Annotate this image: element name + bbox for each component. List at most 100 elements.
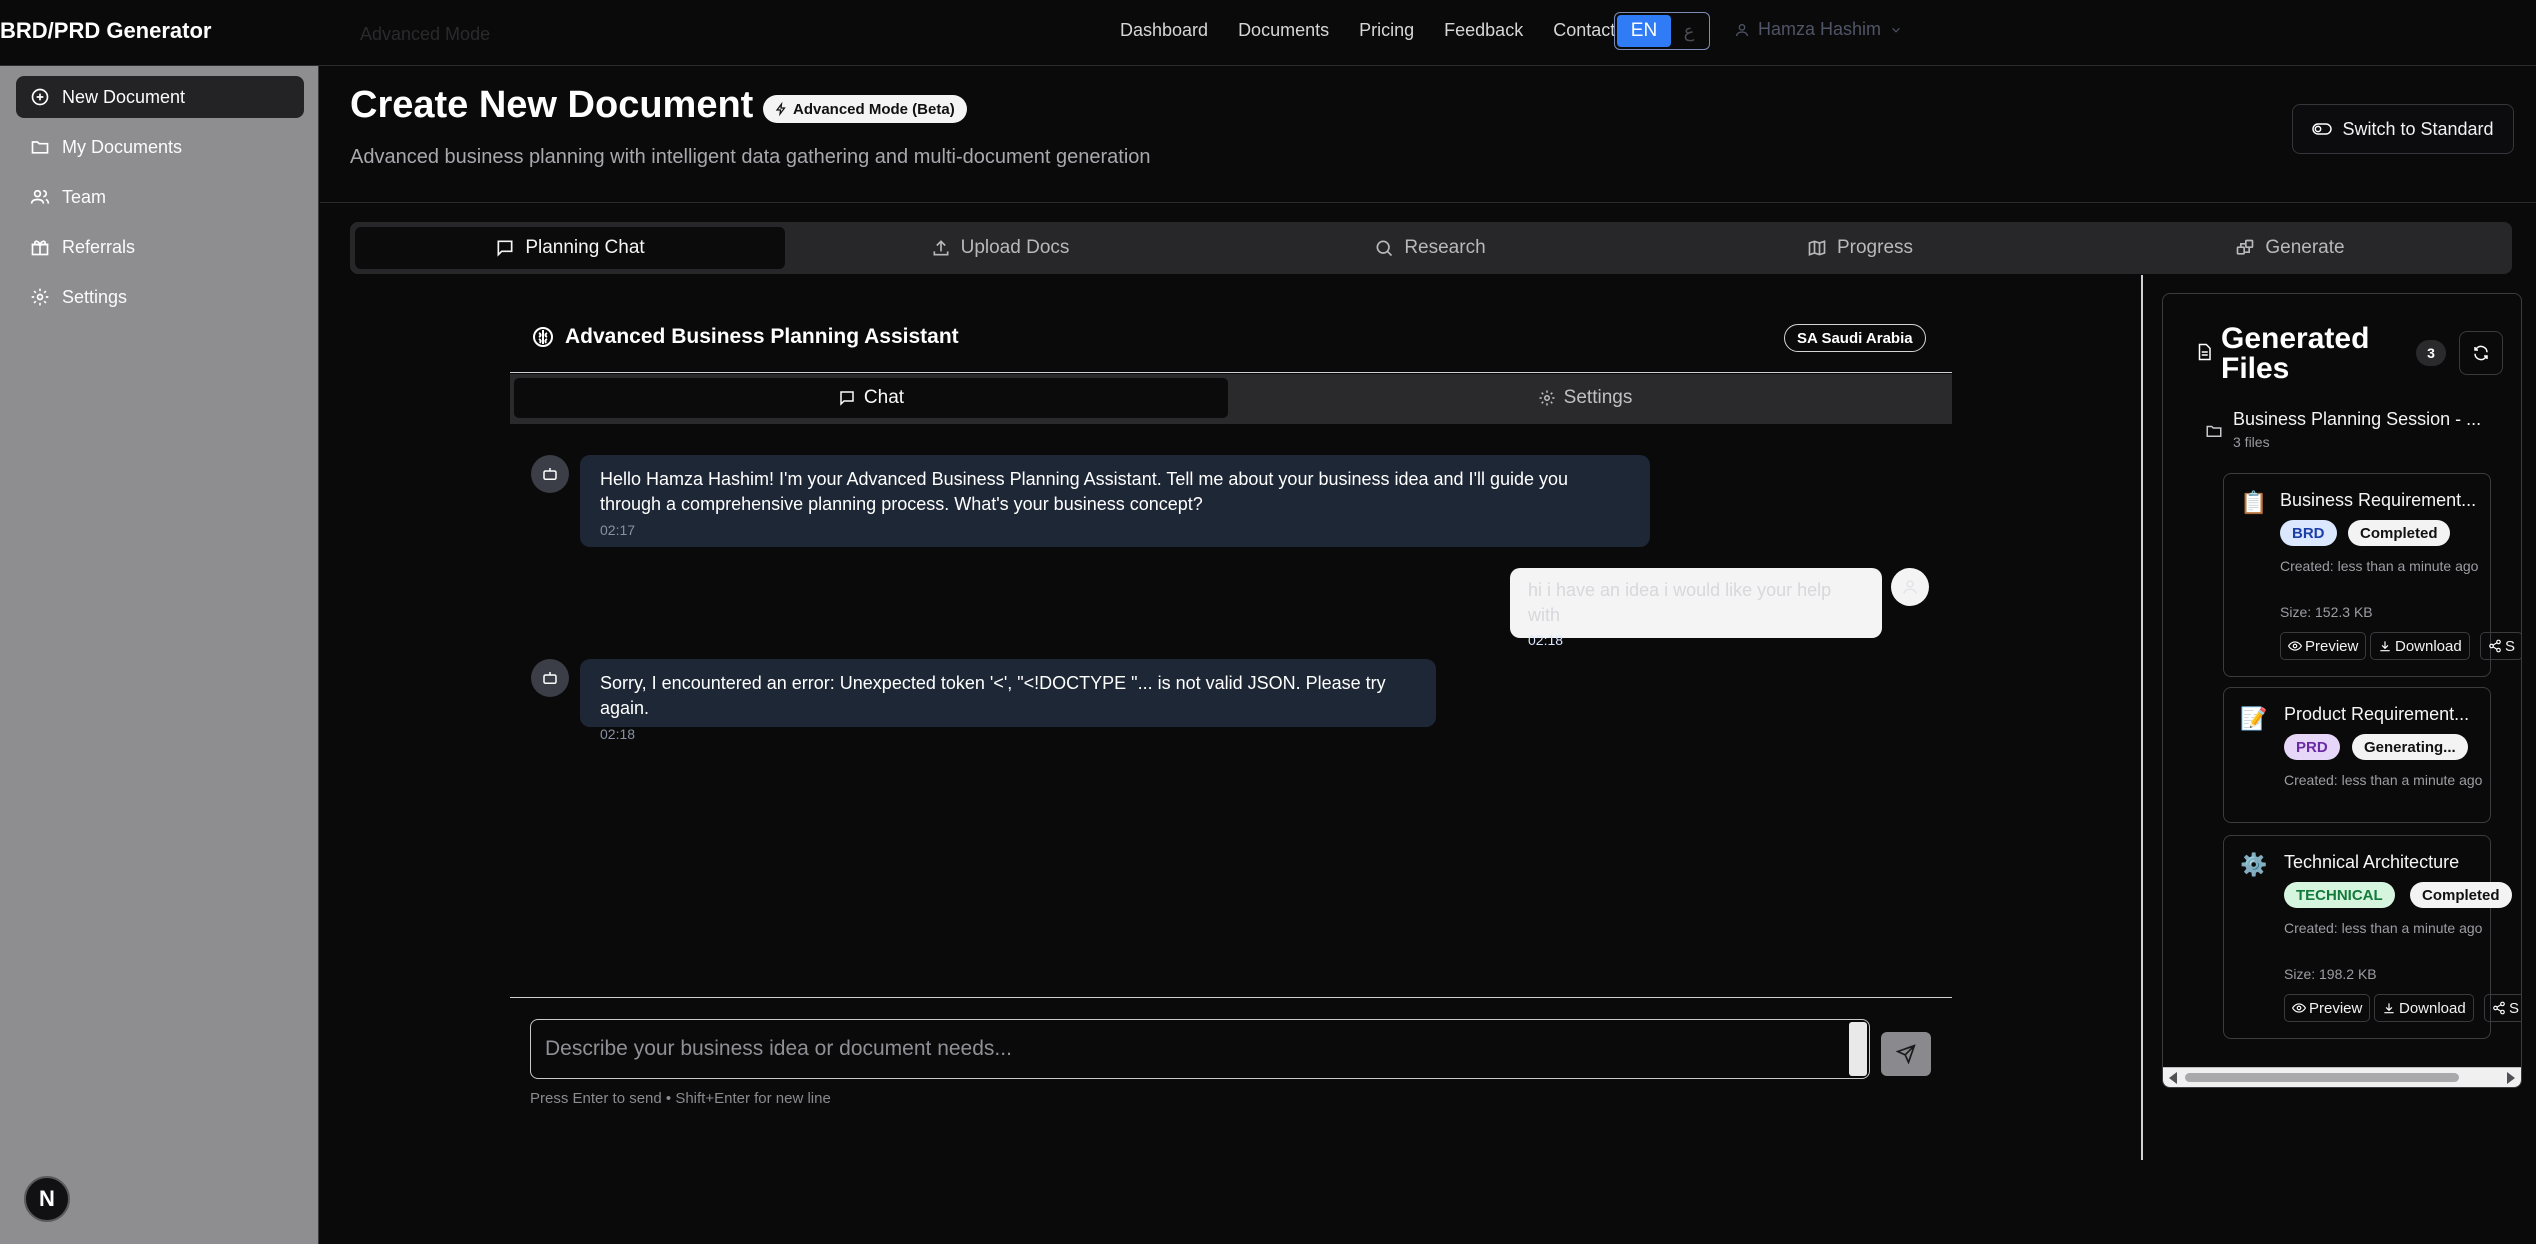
sidebar-item-new-document[interactable]: New Document bbox=[16, 76, 304, 118]
tab-label: Research bbox=[1404, 237, 1486, 258]
sidebar-item-label: Referrals bbox=[62, 236, 136, 257]
upload-icon bbox=[931, 238, 951, 258]
nav-documents[interactable]: Documents bbox=[1238, 20, 1329, 41]
gear-icon bbox=[1538, 389, 1556, 407]
search-icon bbox=[1374, 238, 1394, 258]
file-size: Size: 152.3 KB bbox=[2280, 604, 2373, 620]
gear-icon bbox=[30, 287, 50, 307]
status-badge: Generating... bbox=[2352, 734, 2468, 760]
horizontal-scrollbar[interactable] bbox=[2163, 1067, 2521, 1087]
file-created: Created: less than a minute ago bbox=[2284, 920, 2483, 936]
message-square-icon bbox=[495, 238, 515, 258]
preview-label: Preview bbox=[2305, 637, 2359, 655]
tab-label: Progress bbox=[1836, 237, 1914, 258]
share-button[interactable]: S bbox=[2480, 632, 2521, 660]
chat-input-divider bbox=[510, 997, 1952, 998]
refresh-button[interactable] bbox=[2459, 331, 2503, 375]
message-text: Hello Hamza Hashim! I'm your Advanced Bu… bbox=[600, 469, 1569, 514]
sidebar-item-my-documents[interactable]: My Documents bbox=[16, 126, 304, 168]
memo-icon: 📝 bbox=[2240, 706, 2268, 731]
eye-icon bbox=[2288, 639, 2302, 653]
message-square-icon bbox=[838, 389, 856, 407]
tab-planning-chat[interactable]: Planning Chat bbox=[355, 227, 785, 269]
doc-type-badge: PRD bbox=[2284, 734, 2340, 760]
mode-badge: Advanced Mode (Beta) bbox=[763, 95, 967, 123]
subtab-label: Chat bbox=[863, 387, 905, 408]
subtab-chat[interactable]: Chat bbox=[514, 378, 1228, 418]
dev-indicator-badge[interactable]: N bbox=[24, 1176, 70, 1222]
preview-label: Preview bbox=[2309, 999, 2363, 1017]
nav-pricing[interactable]: Pricing bbox=[1359, 20, 1414, 41]
nav-feedback[interactable]: Feedback bbox=[1444, 20, 1523, 41]
share-icon bbox=[2492, 1001, 2506, 1015]
files-title: Generated Files bbox=[2221, 322, 2370, 385]
file-card-prd[interactable]: 📝 Product Requirement... PRD Generating.… bbox=[2223, 687, 2491, 823]
nav-dashboard[interactable]: Dashboard bbox=[1120, 20, 1208, 41]
sidebar-item-settings[interactable]: Settings bbox=[16, 276, 304, 318]
download-label: Download bbox=[2395, 637, 2462, 655]
status-badge: Completed bbox=[2348, 520, 2450, 546]
refresh-icon bbox=[2472, 344, 2490, 362]
brand-logo[interactable]: BRD/PRD Generator bbox=[0, 18, 211, 44]
tab-research[interactable]: Research bbox=[1215, 227, 1645, 269]
file-name: Business Requirement... bbox=[2280, 490, 2477, 510]
lang-ar-button[interactable]: ع bbox=[1671, 21, 1707, 42]
file-card-technical[interactable]: ⚙️ Technical Architecture TECHNICAL Comp… bbox=[2223, 835, 2521, 1039]
nav-contact[interactable]: Contact bbox=[1553, 20, 1615, 41]
region-badge: SA Saudi Arabia bbox=[1784, 324, 1926, 352]
preview-button[interactable]: Preview bbox=[2284, 994, 2371, 1022]
brand-ghost-text: Advanced Mode bbox=[360, 24, 491, 44]
tab-label: Planning Chat bbox=[525, 237, 645, 258]
send-button[interactable] bbox=[1881, 1032, 1931, 1076]
share-button[interactable]: S bbox=[2484, 994, 2521, 1022]
eye-icon bbox=[2292, 1001, 2306, 1015]
scroll-left-arrow[interactable] bbox=[2169, 1072, 2177, 1084]
message-time: 02:18 bbox=[600, 726, 636, 742]
sidebar: New Document My Documents Team Referrals… bbox=[0, 66, 319, 1244]
user-message: hi i have an idea i would like your help… bbox=[1510, 568, 1882, 648]
tab-label: Upload Docs bbox=[960, 237, 1070, 258]
tab-upload-docs[interactable]: Upload Docs bbox=[785, 227, 1215, 269]
download-button[interactable]: Download bbox=[2374, 994, 2474, 1022]
message-text: Sorry, I encountered an error: Unexpecte… bbox=[600, 673, 1386, 718]
download-button[interactable]: Download bbox=[2370, 632, 2470, 660]
tab-progress[interactable]: Progress bbox=[1645, 227, 2075, 269]
clipboard-icon: 📋 bbox=[2240, 490, 2268, 515]
file-created: Created: less than a minute ago bbox=[2284, 772, 2483, 788]
download-icon bbox=[2382, 1001, 2396, 1015]
input-scrollbar[interactable] bbox=[1849, 1022, 1867, 1076]
generate-icon bbox=[2235, 238, 2255, 258]
status-badge: Completed bbox=[2410, 882, 2512, 908]
lightning-icon bbox=[775, 102, 787, 116]
chat-input[interactable] bbox=[545, 1020, 1835, 1078]
subtab-label: Settings bbox=[1563, 387, 1633, 408]
input-hint: Press Enter to send • Shift+Enter for ne… bbox=[530, 1090, 831, 1107]
user-icon bbox=[1734, 22, 1750, 38]
panel-divider bbox=[2141, 275, 2143, 1160]
chat-subtabs: Chat Settings bbox=[510, 374, 1952, 424]
assistant-error-message: Sorry, I encountered an error: Unexpecte… bbox=[580, 659, 1436, 742]
page-subtitle: Advanced business planning with intellig… bbox=[350, 146, 1151, 168]
scrollbar-thumb[interactable] bbox=[2185, 1073, 2459, 1082]
session-name[interactable]: Business Planning Session - ... bbox=[2233, 409, 2481, 430]
switch-to-standard-button[interactable]: Switch to Standard bbox=[2292, 104, 2514, 154]
preview-button[interactable]: Preview bbox=[2280, 632, 2367, 660]
subtab-settings[interactable]: Settings bbox=[1228, 378, 1942, 418]
gear-icon: ⚙️ bbox=[2240, 852, 2268, 877]
sidebar-item-team[interactable]: Team bbox=[16, 176, 304, 218]
session-file-count: 3 files bbox=[2233, 434, 2270, 450]
file-card-brd[interactable]: 📋 Business Requirement... BRD Completed … bbox=[2223, 473, 2521, 677]
lang-en-button[interactable]: EN bbox=[1617, 15, 1671, 47]
user-menu[interactable]: Hamza Hashim bbox=[1734, 19, 1903, 40]
download-icon bbox=[2378, 639, 2392, 653]
share-icon bbox=[2488, 639, 2502, 653]
files-count-badge: 3 bbox=[2416, 340, 2446, 366]
bot-avatar bbox=[531, 455, 569, 493]
folder-icon bbox=[30, 137, 50, 157]
sidebar-item-referrals[interactable]: Referrals bbox=[16, 226, 304, 268]
tab-generate[interactable]: Generate bbox=[2075, 227, 2505, 269]
doc-type-badge: TECHNICAL bbox=[2284, 882, 2395, 908]
main-tabs: Planning Chat Upload Docs Research Progr… bbox=[350, 222, 2512, 274]
scroll-right-arrow[interactable] bbox=[2507, 1072, 2515, 1084]
file-created: Created: less than a minute ago bbox=[2280, 558, 2479, 574]
